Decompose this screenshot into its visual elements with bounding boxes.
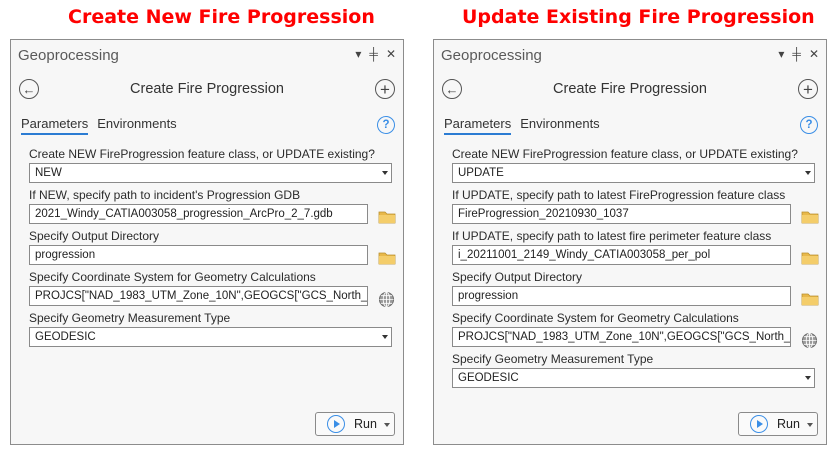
parameter-field: If NEW, specify path to incident's Progr… xyxy=(29,187,403,228)
parameter-input[interactable]: progression xyxy=(29,245,368,265)
tab-parameters[interactable]: Parameters xyxy=(444,116,512,135)
parameter-dropdown[interactable]: NEW xyxy=(29,163,392,183)
caption-update-existing: Update Existing Fire Progression xyxy=(462,6,815,28)
help-icon[interactable]: ? xyxy=(800,116,818,134)
play-icon xyxy=(750,415,768,433)
plus-icon[interactable]: + xyxy=(375,79,395,99)
parameter-label: Specify Geometry Measurement Type xyxy=(29,311,231,325)
tool-nav-row: ← Create Fire Progression + xyxy=(434,78,826,102)
parameter-input[interactable]: i_20211001_2149_Windy_CATIA003058_per_po… xyxy=(452,245,791,265)
pane-title: Geoprocessing xyxy=(18,47,119,64)
close-icon[interactable]: ✕ xyxy=(386,47,396,61)
geoprocessing-pane-create: Geoprocessing ▾ ╪ ✕ ← Create Fire Progre… xyxy=(10,39,404,445)
parameter-field: Specify Coordinate System for Geometry C… xyxy=(452,310,826,351)
parameter-input[interactable]: FireProgression_20210930_1037 xyxy=(452,204,791,224)
folder-icon[interactable] xyxy=(801,291,819,307)
chevron-down-icon[interactable] xyxy=(805,171,811,175)
tab-parameters[interactable]: Parameters xyxy=(21,116,89,135)
parameter-label: If UPDATE, specify path to latest fire p… xyxy=(452,229,772,243)
parameter-value: GEODESIC xyxy=(35,331,96,343)
parameter-value: progression xyxy=(458,290,519,302)
parameter-field: Create NEW FireProgression feature class… xyxy=(29,146,403,187)
run-options-caret[interactable] xyxy=(807,423,813,427)
pin-icon[interactable]: ╪ xyxy=(369,47,378,61)
parameter-dropdown[interactable]: UPDATE xyxy=(452,163,815,183)
parameter-value: i_20211001_2149_Windy_CATIA003058_per_po… xyxy=(458,249,711,261)
tab-environments[interactable]: Environments xyxy=(97,116,176,135)
run-options-caret[interactable] xyxy=(384,423,390,427)
parameter-label: Create NEW FireProgression feature class… xyxy=(452,147,798,161)
tab-environments[interactable]: Environments xyxy=(520,116,599,135)
parameter-value: NEW xyxy=(35,167,62,179)
play-icon xyxy=(327,415,345,433)
run-button[interactable]: Run xyxy=(315,412,395,436)
help-icon[interactable]: ? xyxy=(377,116,395,134)
tool-nav-row: ← Create Fire Progression + xyxy=(11,78,403,102)
caption-create-new: Create New Fire Progression xyxy=(68,6,375,28)
window-controls: ▾ ╪ ✕ xyxy=(778,47,819,61)
parameter-label: Create NEW FireProgression feature class… xyxy=(29,147,375,161)
close-icon[interactable]: ✕ xyxy=(809,47,819,61)
chevron-down-icon[interactable] xyxy=(382,171,388,175)
parameter-label: If UPDATE, specify path to latest FirePr… xyxy=(452,188,786,202)
parameter-field: Specify Output Directory progression xyxy=(29,228,403,269)
geoprocessing-pane-update: Geoprocessing ▾ ╪ ✕ ← Create Fire Progre… xyxy=(433,39,827,445)
run-label: Run xyxy=(777,417,800,431)
parameter-label: Specify Geometry Measurement Type xyxy=(452,352,654,366)
parameter-list: Create NEW FireProgression feature class… xyxy=(452,146,826,392)
parameter-label: Specify Coordinate System for Geometry C… xyxy=(29,270,316,284)
tool-title: Create Fire Progression xyxy=(130,81,284,97)
parameter-label: Specify Output Directory xyxy=(452,270,583,284)
dropdown-menu-icon[interactable]: ▾ xyxy=(778,47,784,61)
parameter-field: Specify Coordinate System for Geometry C… xyxy=(29,269,403,310)
parameter-input[interactable]: progression xyxy=(452,286,791,306)
parameter-dropdown[interactable]: GEODESIC xyxy=(29,327,392,347)
parameter-label: Specify Output Directory xyxy=(29,229,160,243)
pane-title: Geoprocessing xyxy=(441,47,542,64)
parameter-dropdown[interactable]: GEODESIC xyxy=(452,368,815,388)
parameter-value: progression xyxy=(35,249,96,261)
run-button[interactable]: Run xyxy=(738,412,818,436)
parameter-input[interactable]: 2021_Windy_CATIA003058_progression_ArcPr… xyxy=(29,204,368,224)
globe-icon[interactable] xyxy=(378,291,396,308)
dropdown-menu-icon[interactable]: ▾ xyxy=(355,47,361,61)
chevron-down-icon[interactable] xyxy=(382,335,388,339)
parameter-value: UPDATE xyxy=(458,167,504,179)
parameter-value: FireProgression_20210930_1037 xyxy=(458,208,629,220)
parameter-field: Create NEW FireProgression feature class… xyxy=(452,146,826,187)
pin-icon[interactable]: ╪ xyxy=(792,47,801,61)
chevron-down-icon[interactable] xyxy=(805,376,811,380)
parameter-input[interactable]: PROJCS["NAD_1983_UTM_Zone_10N",GEOGCS["G… xyxy=(29,286,368,306)
folder-icon[interactable] xyxy=(378,250,396,266)
parameter-value: GEODESIC xyxy=(458,372,519,384)
tool-tabs: Parameters Environments xyxy=(444,116,600,135)
window-controls: ▾ ╪ ✕ xyxy=(355,47,396,61)
parameter-value: PROJCS["NAD_1983_UTM_Zone_10N",GEOGCS["G… xyxy=(458,331,791,343)
parameter-field: Specify Geometry Measurement Type GEODESI… xyxy=(29,310,403,351)
plus-icon[interactable]: + xyxy=(798,79,818,99)
parameter-value: PROJCS["NAD_1983_UTM_Zone_10N",GEOGCS["G… xyxy=(35,290,368,302)
parameter-field: Specify Output Directory progression xyxy=(452,269,826,310)
parameter-label: Specify Coordinate System for Geometry C… xyxy=(452,311,739,325)
parameter-value: 2021_Windy_CATIA003058_progression_ArcPr… xyxy=(35,208,333,220)
parameter-label: If NEW, specify path to incident's Progr… xyxy=(29,188,301,202)
parameter-list: Create NEW FireProgression feature class… xyxy=(29,146,403,351)
globe-icon[interactable] xyxy=(801,332,819,349)
tool-tabs: Parameters Environments xyxy=(21,116,177,135)
parameter-input[interactable]: PROJCS["NAD_1983_UTM_Zone_10N",GEOGCS["G… xyxy=(452,327,791,347)
tool-title: Create Fire Progression xyxy=(553,81,707,97)
run-label: Run xyxy=(354,417,377,431)
folder-icon[interactable] xyxy=(801,209,819,225)
parameter-field: If UPDATE, specify path to latest FirePr… xyxy=(452,187,826,228)
folder-icon[interactable] xyxy=(378,209,396,225)
parameter-field: Specify Geometry Measurement Type GEODESI… xyxy=(452,351,826,392)
parameter-field: If UPDATE, specify path to latest fire p… xyxy=(452,228,826,269)
folder-icon[interactable] xyxy=(801,250,819,266)
